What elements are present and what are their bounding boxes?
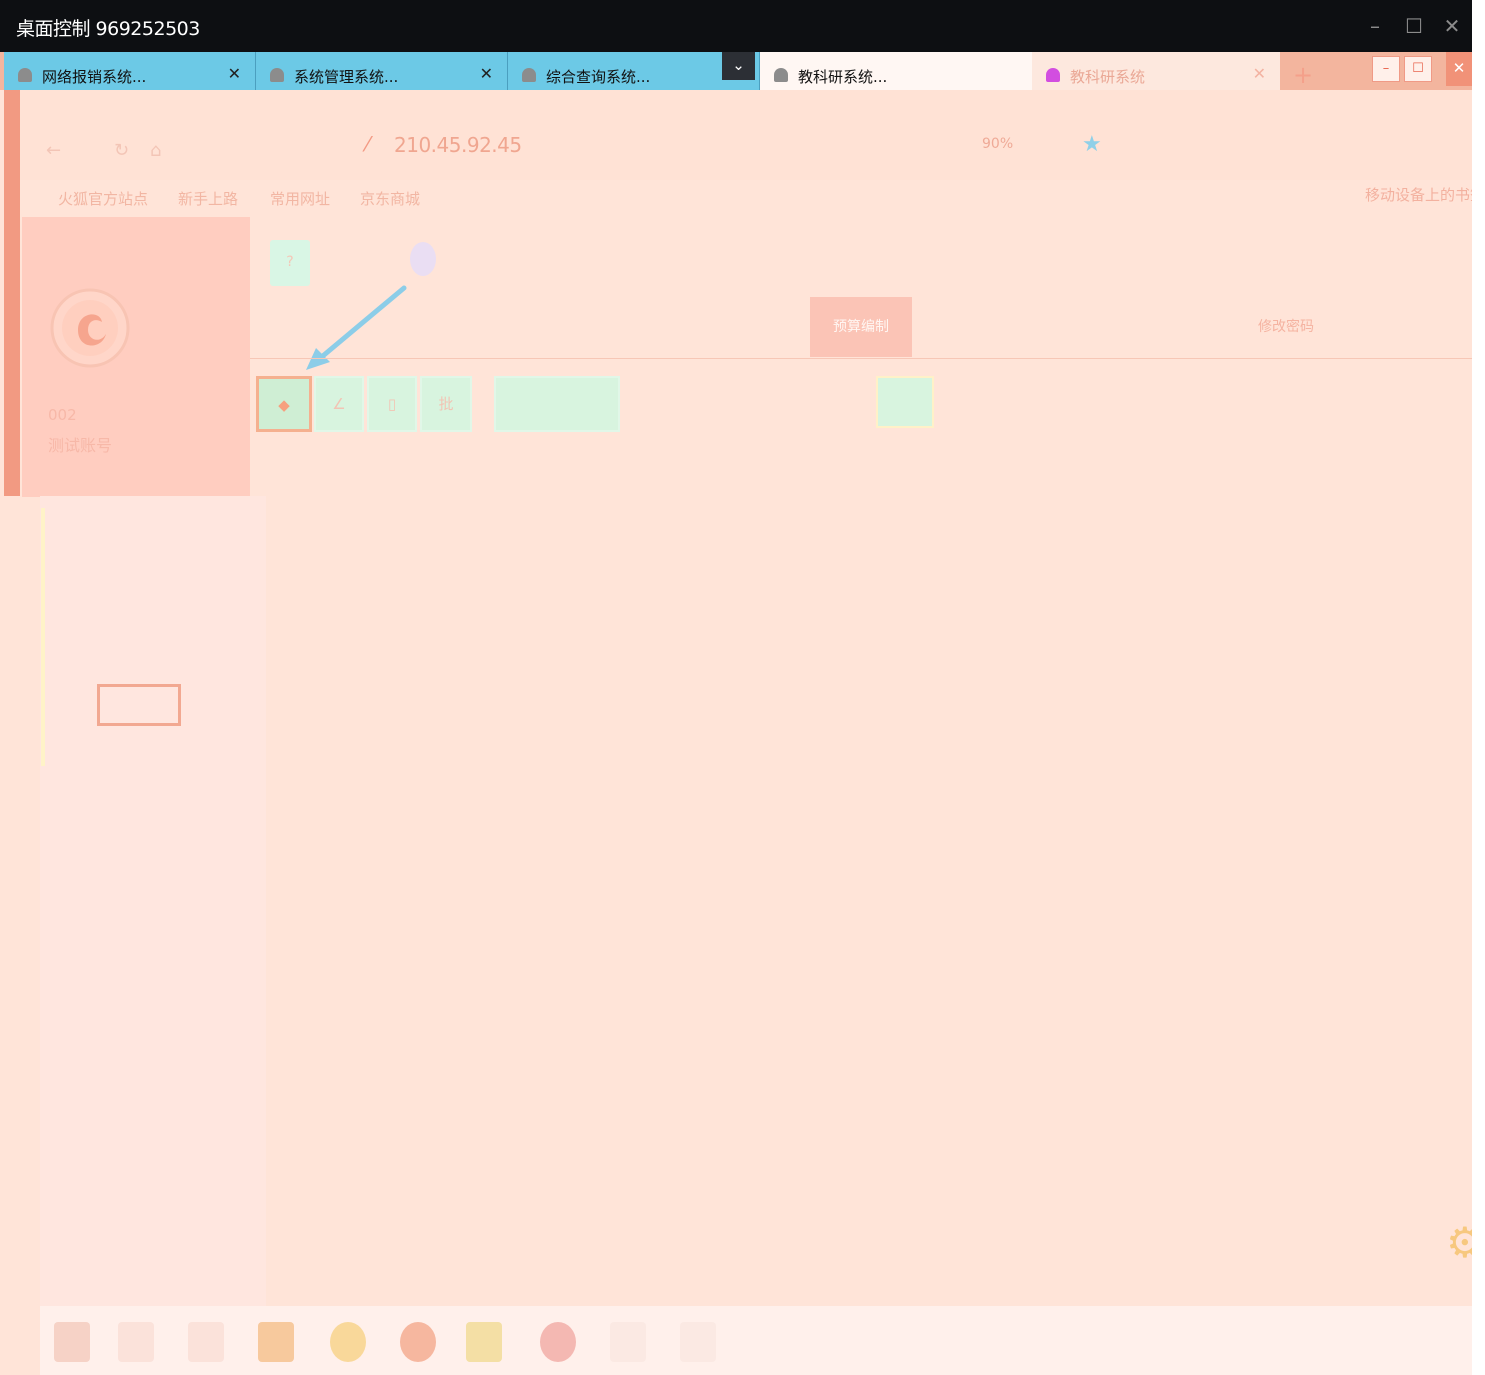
edit-button[interactable]: ∠ [314, 376, 364, 432]
local-restore-icon[interactable]: ☐ [1404, 56, 1432, 82]
bookmark-getting-started[interactable]: 新手上路 [178, 188, 238, 209]
browser-address-area: ← ↻ ⌂ ⁄ 210.45.92.45 90% ★ 火狐官方站点 新手上路 常… [20, 90, 1472, 208]
new-tab-icon[interactable]: + [1290, 62, 1316, 88]
help-button[interactable]: ? [270, 240, 310, 286]
sidebar-highlight-box[interactable] [97, 684, 181, 726]
bookmark-jd[interactable]: 京东商城 [360, 188, 420, 209]
bookmark-firefox-site[interactable]: 火狐官方站点 [58, 188, 148, 209]
tab-label: 综合查询系统... [546, 68, 651, 86]
tab-research-active[interactable]: 教科研系统... [760, 52, 1032, 90]
tab-label: 网络报销系统... [42, 68, 147, 86]
window-border [1472, 0, 1485, 1375]
tab-research[interactable]: 教科研系统 ✕ [1032, 52, 1280, 90]
window-titlebar: 桌面控制 969252503 – ☐ ✕ [0, 0, 1472, 52]
favicon-icon [1046, 68, 1060, 82]
guide-marker [410, 242, 436, 276]
taskbar-app-icon[interactable] [258, 1322, 294, 1362]
zoom-level[interactable]: 90% [982, 136, 1013, 152]
mobile-bookmarks[interactable]: 移动设备上的书签 [1365, 184, 1472, 205]
tab-label: 系统管理系统... [294, 68, 399, 86]
globe-icon [18, 68, 32, 82]
firefox-icon[interactable] [540, 1322, 576, 1362]
tab-close-icon[interactable]: ✕ [480, 64, 493, 83]
account-name: 测试账号 [48, 436, 113, 455]
home-icon[interactable]: ⌂ [150, 140, 161, 161]
tab-label: 教科研系统 [1070, 68, 1146, 86]
tab-list-dropdown-icon[interactable]: ⌄ [722, 52, 755, 80]
gear-icon[interactable]: ⚙ [1446, 1218, 1472, 1267]
tab-close-icon[interactable]: ✕ [1253, 64, 1266, 83]
taskbar [40, 1306, 1472, 1375]
delete-button[interactable]: ▯ [367, 376, 417, 432]
sidebar-active-indicator [41, 508, 45, 766]
globe-icon [774, 68, 788, 82]
left-accent-bar [4, 90, 20, 496]
local-close-icon[interactable]: ✕ [1446, 52, 1472, 86]
folder-icon[interactable] [466, 1322, 502, 1362]
budget-button[interactable]: 预算编制 [810, 297, 912, 357]
bookmark-star-icon[interactable]: ★ [1082, 132, 1102, 157]
bookmark-common-sites[interactable]: 常用网址 [270, 188, 330, 209]
edit-password-link[interactable]: 修改密码 [1258, 316, 1314, 336]
globe-icon [270, 68, 284, 82]
add-button[interactable]: ◆ [256, 376, 312, 432]
window-title: 桌面控制 969252503 [16, 18, 200, 40]
address-text[interactable]: 210.45.92.45 [394, 133, 522, 157]
taskbar-app-icon[interactable] [400, 1322, 436, 1362]
taskbar-app-icon[interactable] [680, 1322, 716, 1362]
back-icon[interactable]: ← [46, 140, 61, 161]
taskbar-app-icon[interactable] [188, 1322, 224, 1362]
tab-label: 教科研系统... [798, 68, 888, 86]
taskbar-app-icon[interactable] [118, 1322, 154, 1362]
remote-desktop-window: 桌面控制 969252503 – ☐ ✕ 网络报销系统... ✕ 系统管理系统.… [0, 0, 1485, 1375]
account-id: 002 [48, 406, 77, 424]
tab-close-icon[interactable]: ✕ [228, 64, 241, 83]
globe-icon [522, 68, 536, 82]
browser-icon[interactable] [330, 1322, 366, 1362]
batch-button[interactable]: 批 [420, 376, 472, 432]
reload-icon[interactable]: ↻ [114, 140, 129, 161]
minimize-icon[interactable]: – [1364, 14, 1386, 38]
start-icon[interactable] [54, 1322, 90, 1362]
taskbar-app-icon[interactable] [610, 1322, 646, 1362]
connection-icon: ⁄ [366, 132, 370, 156]
tab-reimbursement[interactable]: 网络报销系统... ✕ [4, 52, 256, 90]
tab-system-management[interactable]: 系统管理系统... ✕ [256, 52, 508, 90]
action-button[interactable] [494, 376, 620, 432]
sidebar-menu [40, 496, 266, 1306]
maximize-icon[interactable]: ☐ [1403, 14, 1425, 38]
content-divider [250, 358, 1472, 359]
remote-screen: ← ↻ ⌂ ⁄ 210.45.92.45 90% ★ 火狐官方站点 新手上路 常… [0, 90, 1472, 1375]
close-icon[interactable]: ✕ [1441, 14, 1463, 38]
avatar[interactable] [50, 268, 130, 388]
search-button[interactable] [876, 376, 934, 428]
local-minimize-icon[interactable]: – [1372, 56, 1400, 82]
